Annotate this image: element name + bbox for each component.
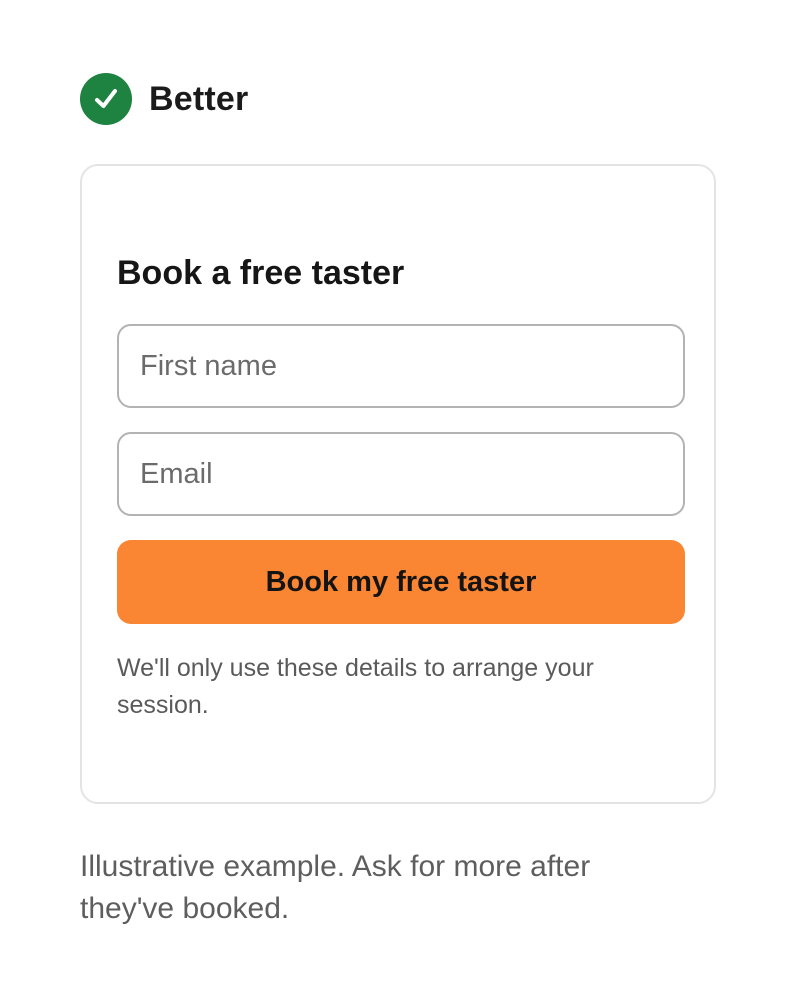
book-taster-button[interactable]: Book my free taster xyxy=(117,540,685,624)
page: Better Book a free taster Book my free t… xyxy=(0,0,800,1000)
email-input[interactable] xyxy=(117,432,685,516)
caption: Illustrative example. Ask for more after… xyxy=(80,850,591,925)
example-label: Better xyxy=(149,79,249,118)
example-header: Better xyxy=(80,73,248,125)
check-circle-icon xyxy=(80,73,132,125)
privacy-note: We'll only use these details to arrange … xyxy=(117,654,594,719)
form-title: Book a free taster xyxy=(117,254,405,292)
booking-form-card: Book a free taster Book my free taster W… xyxy=(80,164,716,804)
first-name-input[interactable] xyxy=(117,324,685,408)
